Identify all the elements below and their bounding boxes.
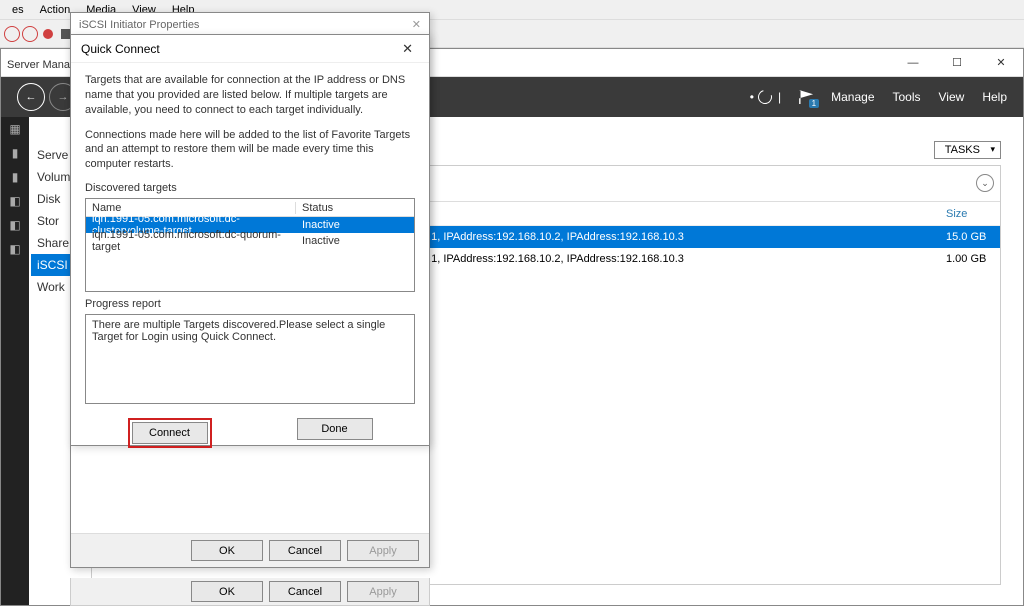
col-name[interactable]: Name <box>86 202 296 214</box>
dialog-title: Quick Connect <box>81 42 160 56</box>
ok-button[interactable]: OK <box>191 581 263 602</box>
rail-icon[interactable]: ▮ <box>1 141 29 165</box>
info-text: Targets that are available for connectio… <box>85 73 415 118</box>
cancel-button[interactable]: Cancel <box>269 581 341 602</box>
header-view[interactable]: View <box>939 90 965 104</box>
rail-icon[interactable]: ◧ <box>1 213 29 237</box>
quick-connect-dialog: Quick Connect ✕ Targets that are availab… <box>70 34 430 446</box>
rail-icon[interactable]: ▮ <box>1 165 29 189</box>
close-button[interactable]: ✕ <box>979 49 1023 77</box>
record-icon[interactable] <box>40 26 56 42</box>
apply-button[interactable]: Apply <box>347 581 419 602</box>
rail-icon[interactable]: ◧ <box>1 237 29 261</box>
discovered-targets-list[interactable]: Name Status iqn.1991-05.com.microsoft:dc… <box>85 198 415 292</box>
connect-highlight: Connect <box>128 418 212 448</box>
header-tools[interactable]: Tools <box>893 90 921 104</box>
col-status[interactable]: Status <box>296 202 414 214</box>
menu-item[interactable]: es <box>4 4 32 16</box>
header-manage[interactable]: Manage <box>831 90 874 104</box>
col-size[interactable]: Size <box>940 208 1000 220</box>
info-text: Connections made here will be added to t… <box>85 128 415 173</box>
progress-report: There are multiple Targets discovered.Pl… <box>85 314 415 404</box>
toolbar-button[interactable] <box>22 26 38 42</box>
cancel-button[interactable]: Cancel <box>269 540 341 561</box>
connect-button[interactable]: Connect <box>132 422 208 444</box>
refresh-icon <box>755 87 774 106</box>
list-item[interactable]: iqn.1991-05.com.microsoft:dc-quorum-targ… <box>86 233 414 249</box>
header-help[interactable]: Help <box>982 90 1007 104</box>
maximize-button[interactable]: ☐ <box>935 49 979 77</box>
rail-icon[interactable]: ◧ <box>1 189 29 213</box>
notifications-button[interactable]: 1 <box>799 90 813 104</box>
dialog-footer-duplicate: OK Cancel Apply <box>70 578 430 606</box>
dialog-title: iSCSI Initiator Properties <box>79 19 199 31</box>
rail-icon[interactable]: ▦ <box>1 117 29 141</box>
discovered-targets-label: Discovered targets <box>85 182 415 194</box>
dialog-footer: OK Cancel Apply <box>71 533 429 567</box>
close-icon[interactable]: ✕ <box>396 39 419 59</box>
icon-rail: ▦ ▮ ▮ ◧ ◧ ◧ <box>1 117 29 605</box>
minimize-button[interactable]: — <box>891 49 935 77</box>
tasks-dropdown[interactable]: TASKS <box>934 141 1001 159</box>
nav-back-button[interactable]: ← <box>17 83 45 111</box>
expand-button[interactable]: ⌄ <box>976 174 994 192</box>
close-icon[interactable]: ✕ <box>412 18 421 31</box>
ok-button[interactable]: OK <box>191 540 263 561</box>
refresh-button[interactable]: • <box>750 90 772 104</box>
apply-button[interactable]: Apply <box>347 540 419 561</box>
done-button[interactable]: Done <box>297 418 373 440</box>
toolbar-button[interactable] <box>4 26 20 42</box>
dialog-titlebar: Quick Connect ✕ <box>71 35 429 63</box>
progress-label: Progress report <box>85 298 415 310</box>
